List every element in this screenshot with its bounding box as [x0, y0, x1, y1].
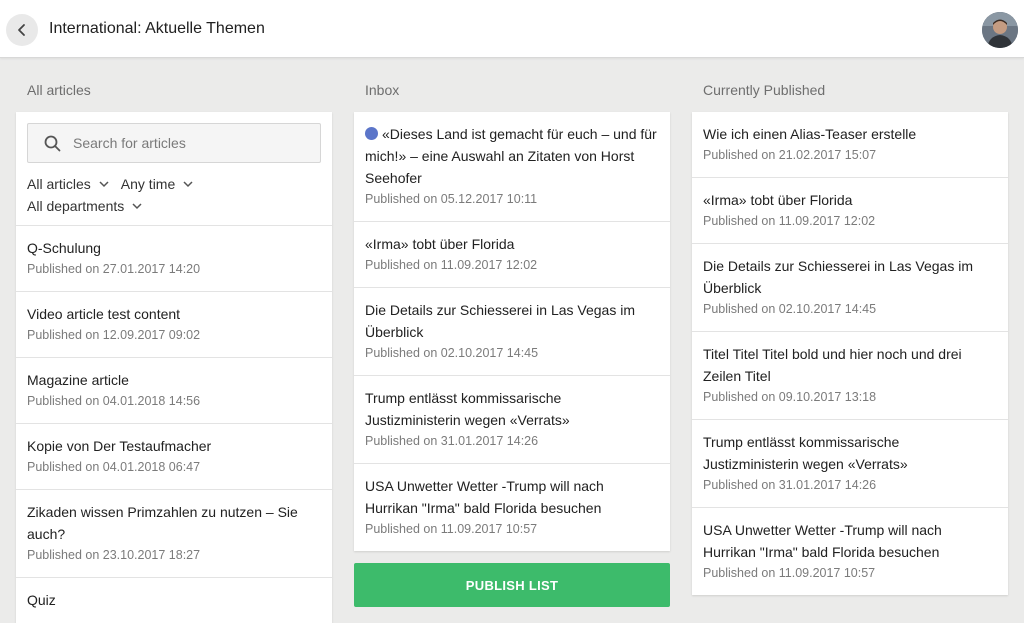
item-meta: Published on 12.09.2017 09:02: [27, 328, 201, 342]
filter-articles-label: All articles: [27, 176, 91, 192]
item-title: USA Unwetter Wetter -Trump will nach Hur…: [365, 478, 604, 516]
list-item[interactable]: USA Unwetter Wetter -Trump will nach Hur…: [354, 463, 670, 551]
search-icon: [44, 135, 61, 151]
list-item[interactable]: USA Unwetter Wetter -Trump will nach Hur…: [692, 507, 1008, 595]
item-title: Trump entlässt kommissarische Justizmini…: [365, 390, 570, 428]
item-meta: Published on 11.09.2017 12:02: [365, 258, 538, 272]
list-item[interactable]: Trump entlässt kommissarische Justizmini…: [354, 375, 670, 463]
list-item[interactable]: Kopie von Der Testaufmacher Published on…: [16, 423, 332, 489]
item-meta: Published on 31.01.2017 14:26: [703, 478, 877, 492]
item-title: Q-Schulung: [27, 240, 101, 256]
item-meta: Published on 21.02.2017 15:07: [703, 148, 877, 162]
item-title: Kopie von Der Testaufmacher: [27, 438, 212, 454]
list-item[interactable]: Wie ich einen Alias-Teaser erstelle Publ…: [692, 112, 1008, 177]
all-articles-heading: All articles: [27, 82, 91, 98]
list-item[interactable]: Trump entlässt kommissarische Justizmini…: [692, 419, 1008, 507]
list-item[interactable]: Zikaden wissen Primzahlen zu nutzen – Si…: [16, 489, 332, 577]
all-articles-list: Q-Schulung Published on 27.01.2017 14:20…: [16, 225, 332, 623]
list-item[interactable]: Titel Titel Titel bold und hier noch und…: [692, 331, 1008, 419]
published-card: Wie ich einen Alias-Teaser erstelle Publ…: [692, 112, 1008, 595]
item-title: «Irma» tobt über Florida: [703, 192, 853, 208]
item-title: Trump entlässt kommissarische Justizmini…: [703, 434, 908, 472]
avatar-image: [982, 12, 1018, 48]
item-title: Zikaden wissen Primzahlen zu nutzen – Si…: [27, 504, 298, 542]
chevron-down-icon: [183, 180, 193, 187]
list-item[interactable]: Video article test content Published on …: [16, 291, 332, 357]
filter-articles-dropdown[interactable]: All articles: [27, 176, 109, 192]
chevron-down-icon: [99, 180, 109, 187]
back-button[interactable]: [6, 14, 38, 46]
list-item[interactable]: Q-Schulung Published on 27.01.2017 14:20: [16, 225, 332, 291]
item-meta: Published on 23.10.2017 18:27: [27, 548, 201, 562]
user-avatar[interactable]: [982, 12, 1018, 48]
item-meta: Published on 04.01.2018 06:47: [27, 460, 201, 474]
all-articles-column: All articles All articles Any time: [16, 80, 332, 623]
item-meta: Published on 02.10.2017 14:45: [365, 346, 539, 360]
item-title: Quiz: [27, 592, 56, 608]
item-title: Wie ich einen Alias-Teaser erstelle: [703, 126, 917, 142]
item-meta: Published on 11.09.2017 10:57: [365, 522, 538, 536]
chevron-down-icon: [132, 202, 142, 209]
filter-departments-label: All departments: [27, 198, 125, 214]
search-input[interactable]: [73, 135, 293, 151]
top-bar: International: Aktuelle Themen: [0, 0, 1024, 58]
item-title: «Irma» tobt über Florida: [365, 236, 515, 252]
published-column: Currently Published Wie ich einen Alias-…: [692, 80, 1008, 595]
item-meta: Published on 11.09.2017 12:02: [703, 214, 876, 228]
list-item[interactable]: «Dieses Land ist gemacht für euch – und …: [354, 112, 670, 221]
list-item[interactable]: Die Details zur Schiesserei in Las Vegas…: [354, 287, 670, 375]
item-title: «Dieses Land ist gemacht für euch – und …: [365, 126, 657, 186]
all-articles-card: All articles Any time All departments Q-…: [16, 112, 332, 623]
filter-time-label: Any time: [120, 176, 176, 192]
item-title: USA Unwetter Wetter -Trump will nach Hur…: [703, 522, 942, 560]
published-heading: Currently Published: [703, 82, 826, 98]
item-meta: Published on 09.10.2017 13:18: [703, 390, 877, 404]
list-item[interactable]: «Irma» tobt über Florida Published on 11…: [692, 177, 1008, 243]
filter-departments-dropdown[interactable]: All departments: [27, 198, 142, 214]
filter-time-dropdown[interactable]: Any time: [121, 176, 193, 192]
search-box: [27, 123, 321, 163]
item-meta: Published on 02.10.2017 14:45: [703, 302, 877, 316]
item-meta: Published on 04.01.2018 14:56: [27, 394, 201, 408]
item-title: Die Details zur Schiesserei in Las Vegas…: [703, 258, 974, 296]
item-title: Die Details zur Schiesserei in Las Vegas…: [365, 302, 636, 340]
item-title: Titel Titel Titel bold und hier noch und…: [703, 346, 962, 384]
list-item[interactable]: Magazine article Published on 04.01.2018…: [16, 357, 332, 423]
publish-list-button[interactable]: PUBLISH LIST: [354, 563, 670, 607]
inbox-column: Inbox «Dieses Land ist gemacht für euch …: [354, 80, 670, 607]
inbox-card: «Dieses Land ist gemacht für euch – und …: [354, 112, 670, 551]
list-item[interactable]: «Irma» tobt über Florida Published on 11…: [354, 221, 670, 287]
item-meta: Published on 11.09.2017 10:57: [703, 566, 876, 580]
item-meta: Published on 05.12.2017 10:11: [365, 192, 538, 206]
list-item[interactable]: Die Details zur Schiesserei in Las Vegas…: [692, 243, 1008, 331]
item-title: Magazine article: [27, 372, 129, 388]
inbox-heading: Inbox: [365, 82, 400, 98]
item-meta: Published on 27.01.2017 14:20: [27, 262, 201, 276]
list-item[interactable]: Quiz: [16, 577, 332, 623]
item-meta: Published on 31.01.2017 14:26: [365, 434, 539, 448]
unread-dot-icon: [365, 127, 378, 140]
filters: All articles Any time All departments: [16, 169, 332, 225]
item-title: Video article test content: [27, 306, 181, 322]
chevron-left-icon: [18, 24, 25, 36]
page-title: International: Aktuelle Themen: [49, 20, 265, 37]
